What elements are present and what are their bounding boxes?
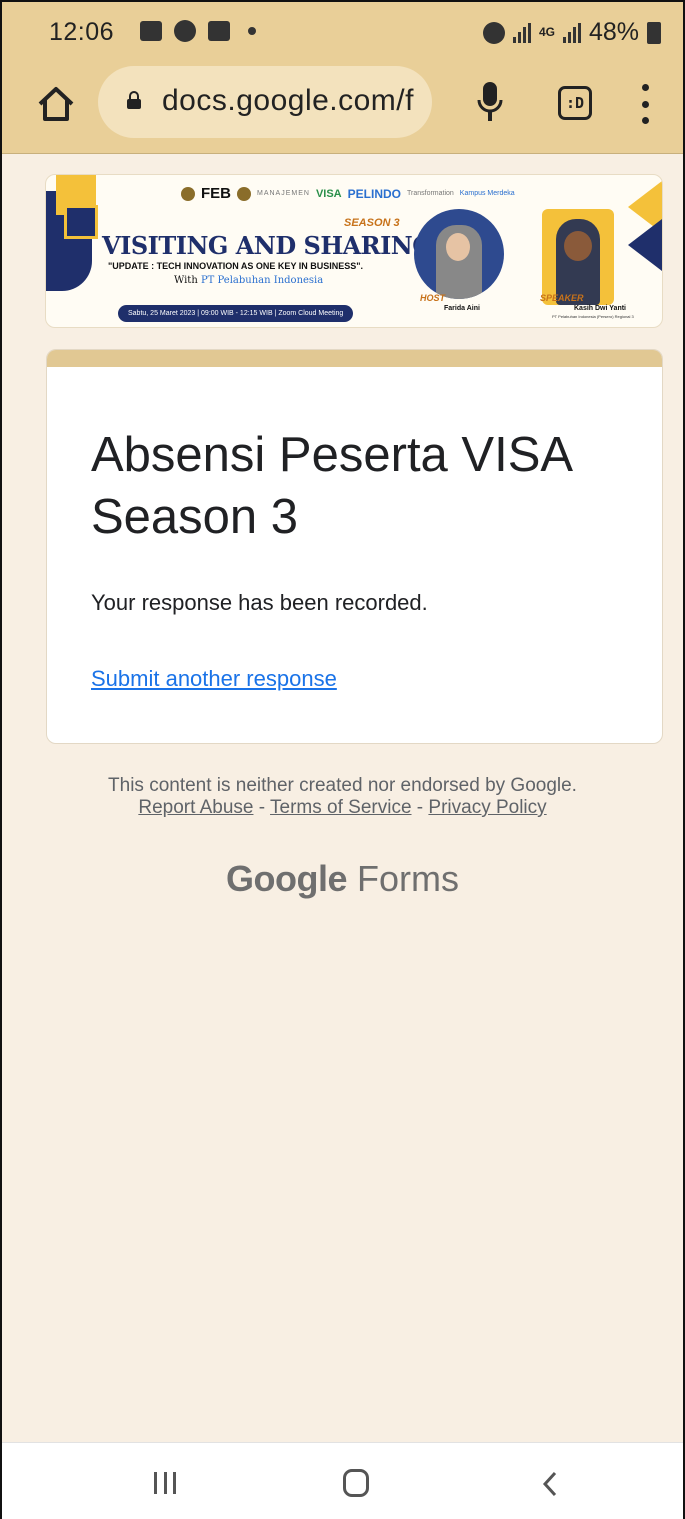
university-logo-icon (181, 186, 195, 201)
submit-another-response-link[interactable]: Submit another response (91, 666, 337, 692)
banner-with-prefix: With (174, 275, 198, 286)
mic-icon[interactable] (476, 80, 504, 124)
confirmation-card: Absensi Peserta VISA Season 3 Your respo… (46, 349, 663, 744)
kampus-merdeka-logo: Kampus Merdeka (459, 190, 515, 197)
manajemen-logo: MANAJEMEN (257, 190, 310, 197)
host-photo (414, 209, 504, 299)
speaker-photo (542, 209, 614, 305)
pelindo-logo: PELINDO (347, 186, 401, 201)
status-right: 4G 48% (482, 18, 661, 47)
battery-percent: 48% (588, 18, 639, 46)
visa-logo: VISA (315, 187, 342, 200)
feb-logo: FEB (201, 185, 231, 202)
host-label: HOST (420, 293, 446, 303)
footer-separator: - (411, 797, 429, 818)
form-header-banner: FEB MANAJEMEN VISA PELINDO Transformatio… (45, 174, 663, 328)
notification-icons (140, 20, 256, 42)
manajemen-logo-icon (237, 186, 251, 201)
phone-screen: 12:06 4G 48% docs.google.com/f:D FEB MA… (0, 0, 685, 1519)
form-title: Absensi Peserta VISA Season 3 (91, 428, 571, 544)
overflow-menu-icon[interactable] (638, 84, 652, 124)
host-name: Farida Aini (444, 305, 480, 312)
google-wordmark: Google (225, 858, 348, 899)
banner-with: With PT Pelabuhan Indonesia (174, 275, 323, 286)
status-time: 12:06 (49, 18, 115, 46)
recent-apps-icon[interactable] (154, 1472, 176, 1494)
terms-of-service-link[interactable]: Terms of Service (270, 797, 411, 818)
banner-season: SEASON 3 (344, 217, 400, 229)
system-navigation-bar (2, 1442, 683, 1519)
privacy-policy-link[interactable]: Privacy Policy (428, 797, 546, 818)
banner-company: PT Pelabuhan Indonesia (200, 275, 324, 286)
footer-separator: - (253, 797, 271, 818)
gallery-icon (140, 21, 162, 41)
camera-icon (174, 20, 196, 42)
page-content: FEB MANAJEMEN VISA PELINDO Transformatio… (2, 154, 683, 1442)
forms-wordmark: Forms (357, 858, 459, 899)
google-disclaimer: This content is neither created nor endo… (108, 775, 577, 796)
speaker-label: SPEAKER (540, 293, 584, 303)
speaker-role: PT Pelabuhan Indonesia (Persero) Regiona… (552, 314, 634, 319)
footer-links: Report Abuse - Terms of Service - Privac… (2, 797, 683, 819)
banner-title: VISITING AND SHARING (102, 231, 433, 260)
status-bar: 12:06 4G 48% (2, 2, 683, 64)
network-type: 4G (538, 25, 555, 39)
signal-icon (512, 22, 531, 43)
tabs-icon[interactable]: :D (558, 86, 592, 120)
battery-icon (647, 21, 661, 44)
banner-logos: FEB MANAJEMEN VISA PELINDO Transformatio… (181, 185, 515, 202)
transformation-logo: Transformation (406, 190, 454, 197)
back-icon[interactable] (540, 1471, 560, 1497)
lock-icon (127, 91, 141, 109)
home-icon[interactable] (36, 84, 76, 124)
banner-decoration (628, 219, 662, 271)
signal-icon-2 (562, 22, 581, 43)
home-nav-icon[interactable] (343, 1469, 369, 1497)
url-text[interactable]: docs.google.com/f (162, 84, 414, 118)
browser-toolbar: docs.google.com/f :D (2, 64, 683, 154)
confirmation-message: Your response has been recorded. (91, 590, 428, 615)
more-notifications-icon (248, 27, 256, 35)
google-forms-logo[interactable]: Google Forms (2, 858, 683, 900)
banner-subtitle: "UPDATE : TECH INNOVATION AS ONE KEY IN … (108, 261, 364, 271)
address-bar[interactable]: docs.google.com/f (98, 66, 432, 138)
banner-decoration (64, 205, 98, 239)
banner-date: Sabtu, 25 Maret 2023 | 09:00 WIB - 12:15… (118, 305, 354, 322)
lazada-icon (208, 21, 230, 41)
speaker-name: Kasih Dwi Yanti (574, 305, 626, 312)
card-accent-bar (47, 350, 662, 367)
report-abuse-link[interactable]: Report Abuse (138, 797, 253, 818)
alarm-icon (482, 21, 505, 44)
